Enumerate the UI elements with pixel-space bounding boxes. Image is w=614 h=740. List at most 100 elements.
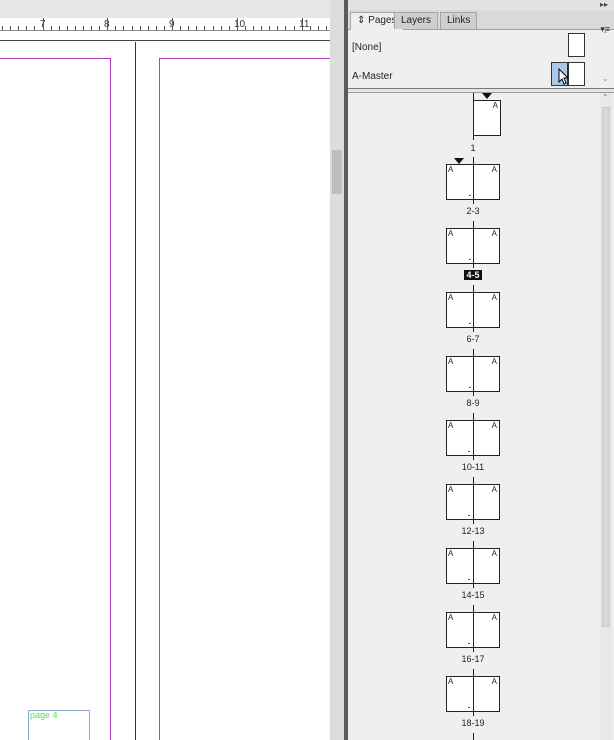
scroll-up-icon[interactable]: ⌃	[602, 93, 609, 102]
spread-fold	[473, 677, 474, 711]
master-prefix: A	[491, 549, 497, 558]
ruler-tick	[253, 26, 254, 30]
page-label[interactable]: 14-15	[423, 590, 523, 600]
page-label[interactable]: 8-9	[423, 398, 523, 408]
spread-connector	[473, 733, 474, 740]
page-indicator	[469, 323, 471, 324]
master-prefix: A	[491, 229, 497, 238]
spread-connector	[473, 520, 474, 524]
ruler-tick	[123, 26, 124, 30]
page-spread-thumbnail[interactable]: AA	[446, 164, 500, 200]
ruler-tick	[156, 26, 157, 30]
panel-collapse-icon[interactable]: ▸▸	[600, 0, 608, 10]
spread-fold	[473, 421, 474, 455]
scroll-up-icon[interactable]: ⌃	[602, 30, 609, 39]
ruler-tick	[91, 26, 92, 30]
master-prefix: A	[448, 357, 454, 366]
pages-scrollbar[interactable]: ⌃	[600, 93, 612, 740]
pages-panel: ▸▸ ⇕ Pages Layers Links ▾≡ [None] A-Mast…	[348, 0, 614, 740]
page-spread-thumbnail[interactable]: AA	[446, 292, 500, 328]
page-indicator	[469, 387, 471, 388]
page-spread-thumbnail[interactable]: AA	[446, 676, 500, 712]
ruler-tick	[318, 26, 319, 30]
page-indicator	[468, 707, 470, 708]
spread-fold	[473, 613, 474, 647]
ruler-tick	[99, 26, 100, 30]
margin-guide-right-left	[110, 58, 111, 740]
ruler-tick	[310, 26, 311, 30]
scroll-down-icon[interactable]: ⌄	[602, 74, 609, 83]
tab-links[interactable]: Links	[440, 12, 478, 29]
master-prefix: A	[491, 613, 497, 622]
ruler-tick	[2, 26, 3, 30]
panel-header-strip: ▸▸	[348, 0, 614, 10]
page-label-text[interactable]: page 4	[30, 710, 58, 720]
page-label[interactable]: 1	[423, 143, 523, 153]
spread-connector	[473, 328, 474, 332]
canvas-vertical-scrollbar[interactable]	[330, 0, 344, 740]
master-label: [None]	[352, 42, 382, 53]
page-thumbnail-1[interactable]: A	[473, 100, 501, 136]
ruler-tick	[196, 26, 197, 30]
ruler-tick	[10, 26, 11, 30]
master-prefix: A	[491, 293, 497, 302]
spread-connector	[473, 392, 474, 396]
canvas-scroll-thumb[interactable]	[332, 150, 342, 194]
ruler-guide	[0, 40, 330, 41]
tab-label: Layers	[401, 15, 432, 26]
ruler-tick	[245, 26, 246, 30]
ruler-tick	[164, 26, 165, 30]
ruler-tick	[180, 26, 181, 30]
ruler-tick	[204, 26, 205, 30]
document-canvas[interactable]: 7 8 9 10 11 page 4	[0, 0, 344, 740]
page-label[interactable]: 18-19	[423, 718, 523, 728]
ruler-tick	[59, 26, 60, 30]
page-spread-thumbnail[interactable]: AA	[446, 228, 500, 264]
page-spread-thumbnail[interactable]: AA	[446, 356, 500, 392]
ruler-tick	[18, 26, 19, 30]
master-prefix: A	[448, 677, 454, 686]
page-label[interactable]: 12-13	[423, 526, 523, 536]
ruler-tick	[26, 26, 27, 30]
master-item-none[interactable]: [None]	[348, 32, 600, 60]
tab-layers[interactable]: Layers	[394, 12, 439, 29]
ruler-tick	[221, 26, 222, 30]
master-prefix: A	[448, 613, 454, 622]
page-indicator	[468, 451, 470, 452]
master-thumbnail-right[interactable]	[568, 62, 585, 86]
ruler-tick	[107, 18, 108, 30]
page-indicator	[469, 195, 471, 196]
ruler-tick	[140, 26, 141, 30]
horizontal-ruler[interactable]: 7 8 9 10 11	[0, 0, 330, 31]
page-label[interactable]: 6-7	[423, 334, 523, 344]
ruler-tick	[43, 18, 44, 30]
ruler-tick	[34, 26, 35, 30]
ruler-number: 10	[234, 19, 246, 30]
page-spread-thumbnail[interactable]: AA	[446, 420, 500, 456]
ruler-tick	[75, 26, 76, 30]
page-spread-thumbnail[interactable]: AA	[446, 548, 500, 584]
spread-spine	[135, 42, 136, 740]
margin-guide-top-right	[159, 58, 330, 59]
master-prefix: A	[448, 293, 454, 302]
pages-scroll-thumb[interactable]	[602, 107, 610, 627]
page-label[interactable]: 4-5	[423, 270, 523, 280]
page-label[interactable]: 10-11	[423, 462, 523, 472]
ruler-number: 11	[299, 19, 310, 30]
page-spread-thumbnail[interactable]: AA	[446, 612, 500, 648]
spread-connector	[473, 264, 474, 268]
ruler-tick	[326, 26, 327, 30]
master-thumbnail[interactable]	[568, 33, 585, 57]
master-prefix: A	[491, 485, 497, 494]
panel-tab-bar: ⇕ Pages Layers Links ▾≡	[348, 10, 614, 34]
page-spread-thumbnail[interactable]: AA	[446, 484, 500, 520]
pages-list: A 1 A A 2-3 A A 4-5 A A 6-7 A A 8-9 A A 10-11 A A 12-13 A A…	[348, 93, 598, 740]
masters-scrollbar[interactable]: ⌃ ⌄	[600, 30, 612, 88]
spread-connector	[473, 584, 474, 588]
ruler-tick	[188, 26, 189, 30]
page-label[interactable]: 2-3	[423, 206, 523, 216]
page-label[interactable]: 16-17	[423, 654, 523, 664]
spread-fold	[473, 229, 474, 263]
ruler-tick	[148, 26, 149, 30]
spread-fold	[473, 549, 474, 583]
